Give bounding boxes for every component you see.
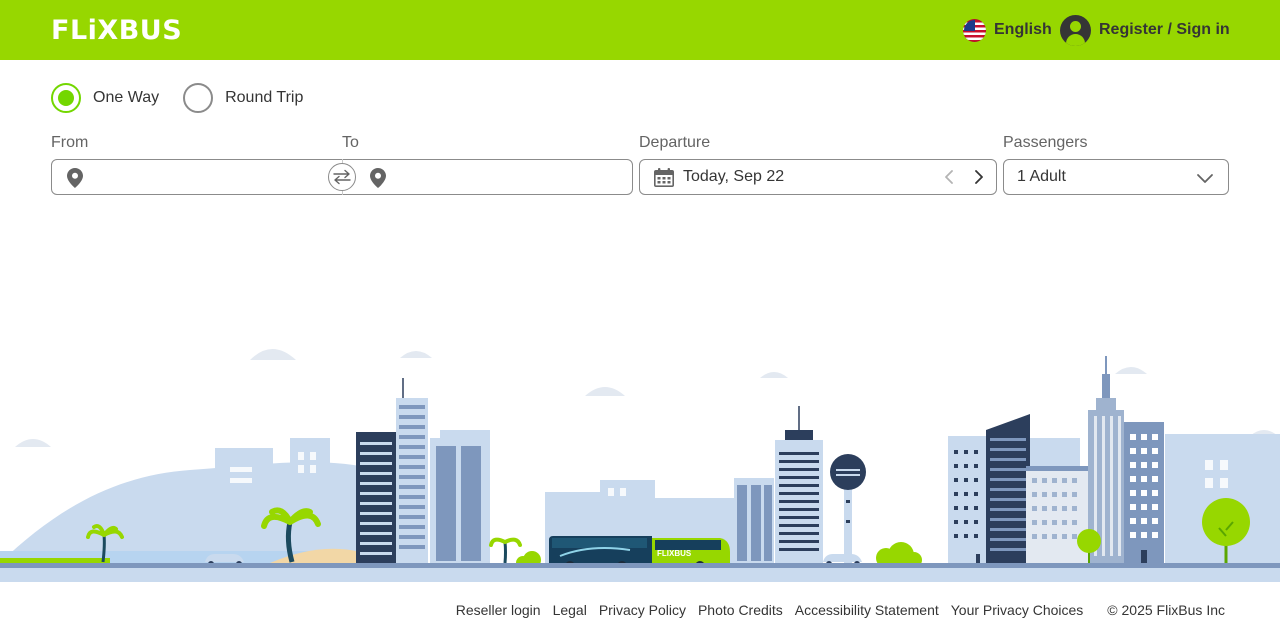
chevron-left-icon: [945, 170, 953, 184]
round-trip-radio[interactable]: [183, 83, 214, 113]
previous-date-button[interactable]: [940, 168, 958, 186]
to-input[interactable]: [394, 160, 624, 194]
brand-logo-text: FLiXBUS: [51, 14, 183, 46]
swap-icon: [333, 169, 351, 185]
calendar-icon: [654, 168, 674, 187]
chevron-right-icon: [975, 170, 983, 184]
one-way-radio[interactable]: [51, 83, 81, 113]
copyright-text: © 2025 FlixBus Inc: [1107, 602, 1225, 618]
passengers-label: Passengers: [1003, 134, 1088, 151]
swap-button[interactable]: [328, 163, 356, 191]
legal-link[interactable]: Legal: [553, 602, 587, 618]
city-skyline-illustration: FLIXBUS: [0, 349, 1280, 582]
footer-links: Reseller login Legal Privacy Policy Phot…: [0, 598, 1280, 622]
privacy-choices-link[interactable]: Your Privacy Choices: [951, 602, 1084, 618]
from-input[interactable]: [92, 160, 322, 194]
chevron-down-icon: [1197, 174, 1213, 183]
departure-label: Departure: [639, 134, 711, 151]
reseller-login-link[interactable]: Reseller login: [456, 602, 541, 618]
one-way-label: One Way: [93, 89, 160, 106]
top-header: FLiXBUS English Register / Sign in: [0, 0, 1280, 60]
register-sign-in-button[interactable]: Register / Sign in: [1060, 13, 1230, 47]
next-date-button[interactable]: [970, 168, 988, 186]
language-selector[interactable]: English: [963, 17, 1052, 43]
location-pin-icon: [370, 168, 386, 188]
us-flag-icon: [963, 18, 986, 42]
from-label: From: [51, 134, 89, 151]
from-to-field: [51, 159, 633, 195]
round-trip-option[interactable]: Round Trip: [183, 83, 303, 113]
photo-credits-link[interactable]: Photo Credits: [698, 602, 783, 618]
departure-date-value: Today, Sep 22: [683, 168, 785, 185]
trip-type-group: One Way Round Trip: [51, 83, 303, 113]
flixbus-logo[interactable]: FLiXBUS: [51, 14, 182, 46]
user-avatar-icon: [1060, 14, 1091, 46]
language-label: English: [994, 21, 1052, 38]
location-pin-icon: [67, 168, 83, 188]
passengers-value: 1 Adult: [1017, 168, 1066, 185]
one-way-option[interactable]: One Way: [51, 83, 159, 113]
privacy-policy-link[interactable]: Privacy Policy: [599, 602, 686, 618]
round-trip-label: Round Trip: [225, 89, 304, 106]
account-label: Register / Sign in: [1099, 21, 1230, 38]
departure-field[interactable]: Today, Sep 22: [639, 159, 997, 195]
passengers-select[interactable]: 1 Adult: [1003, 159, 1229, 195]
accessibility-statement-link[interactable]: Accessibility Statement: [795, 602, 939, 618]
bus-brand-text: FLIXBUS: [657, 549, 692, 558]
to-label: To: [342, 134, 359, 151]
